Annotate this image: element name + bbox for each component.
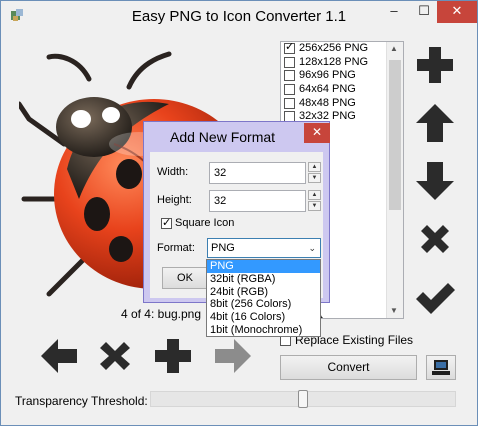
width-input[interactable]: 32 [209,162,306,184]
format-checkbox[interactable] [284,42,295,55]
computer-icon [432,360,450,375]
format-item-label: 96x96 PNG [299,69,356,82]
computer-button[interactable] [426,355,456,380]
width-spinner[interactable]: 32 ▲ ▼ [209,162,321,184]
width-down-icon[interactable]: ▼ [308,173,321,183]
format-option[interactable]: 1bit (Monochrome) [207,324,320,337]
convert-button[interactable]: Convert [280,355,417,380]
format-option[interactable]: PNG [207,260,320,273]
format-checkbox[interactable] [284,70,295,82]
height-label: Height: [157,194,192,206]
format-option[interactable]: 24bit (RGB) [207,286,320,299]
height-down-icon[interactable]: ▼ [308,201,321,211]
format-dropdown[interactable]: PNG 32bit (RGBA) 24bit (RGB) 8bit (256 Colo… [206,259,321,337]
previous-icon[interactable] [39,337,79,375]
scrollbar-thumb[interactable] [389,60,401,210]
dialog-close-button[interactable]: ✕ [304,123,330,143]
format-item-label: 128x128 PNG [299,55,369,68]
scroll-up-icon[interactable]: ▲ [390,44,398,53]
checkmark-icon[interactable] [413,275,457,319]
maximize-button[interactable]: ☐ [409,1,439,23]
format-list-item[interactable]: 48x48 PNG [281,96,403,110]
format-list-item[interactable]: 96x96 PNG [281,69,403,83]
list-scrollbar[interactable]: ▲ ▼ [386,42,403,318]
close-button[interactable]: ✕ [437,1,477,23]
width-up-icon[interactable]: ▲ [308,162,321,172]
add-file-icon[interactable] [153,337,193,375]
format-option[interactable]: 8bit (256 Colors) [207,298,320,311]
title-bar: Easy PNG to Icon Converter 1.1 – ☐ ✕ [1,1,477,31]
threshold-label: Transparency Threshold: [15,394,148,408]
threshold-slider-thumb[interactable] [298,390,308,408]
height-input[interactable]: 32 [209,190,306,212]
format-item-label: 48x48 PNG [299,96,356,109]
square-icon-row[interactable]: Square Icon [161,216,235,229]
add-icon[interactable] [413,43,457,87]
format-options: PNG 32bit (RGBA) 24bit (RGB) 8bit (256 Colo… [207,260,320,337]
width-label: Width: [157,166,189,178]
remove-icon[interactable] [413,217,457,261]
format-list-item[interactable]: 64x64 PNG [281,83,403,97]
chevron-down-icon: ⌄ [308,243,316,253]
format-checkbox[interactable] [284,97,295,109]
height-up-icon[interactable]: ▲ [308,190,321,200]
format-item-label: 256x256 PNG [299,42,369,55]
format-checkbox[interactable] [284,56,295,68]
format-label: Format: [157,242,195,254]
format-option[interactable]: 4bit (16 Colors) [207,311,320,324]
format-select-value: PNG [211,242,235,254]
format-select[interactable]: PNG ⌄ [207,238,321,258]
format-list-item[interactable]: 128x128 PNG [281,56,403,70]
format-checkbox[interactable] [284,84,295,96]
move-up-icon[interactable] [413,101,457,145]
next-icon[interactable] [213,337,253,375]
square-icon-label: Square Icon [175,217,235,229]
format-option[interactable]: 32bit (RGBA) [207,273,320,286]
format-item-label: 64x64 PNG [299,83,356,96]
delete-icon[interactable] [95,337,135,375]
height-spinner[interactable]: 32 ▲ ▼ [209,190,321,212]
move-down-icon[interactable] [413,159,457,203]
scroll-down-icon[interactable]: ▼ [390,306,398,315]
main-window: Easy PNG to Icon Converter 1.1 – ☐ ✕ 4 o… [0,0,478,426]
square-icon-checkbox[interactable] [161,216,172,229]
dialog-title: Add New Format [170,129,276,145]
ok-button[interactable]: OK [162,267,208,289]
minimize-button[interactable]: – [379,1,409,23]
format-list-item[interactable]: 256x256 PNG [281,42,403,56]
